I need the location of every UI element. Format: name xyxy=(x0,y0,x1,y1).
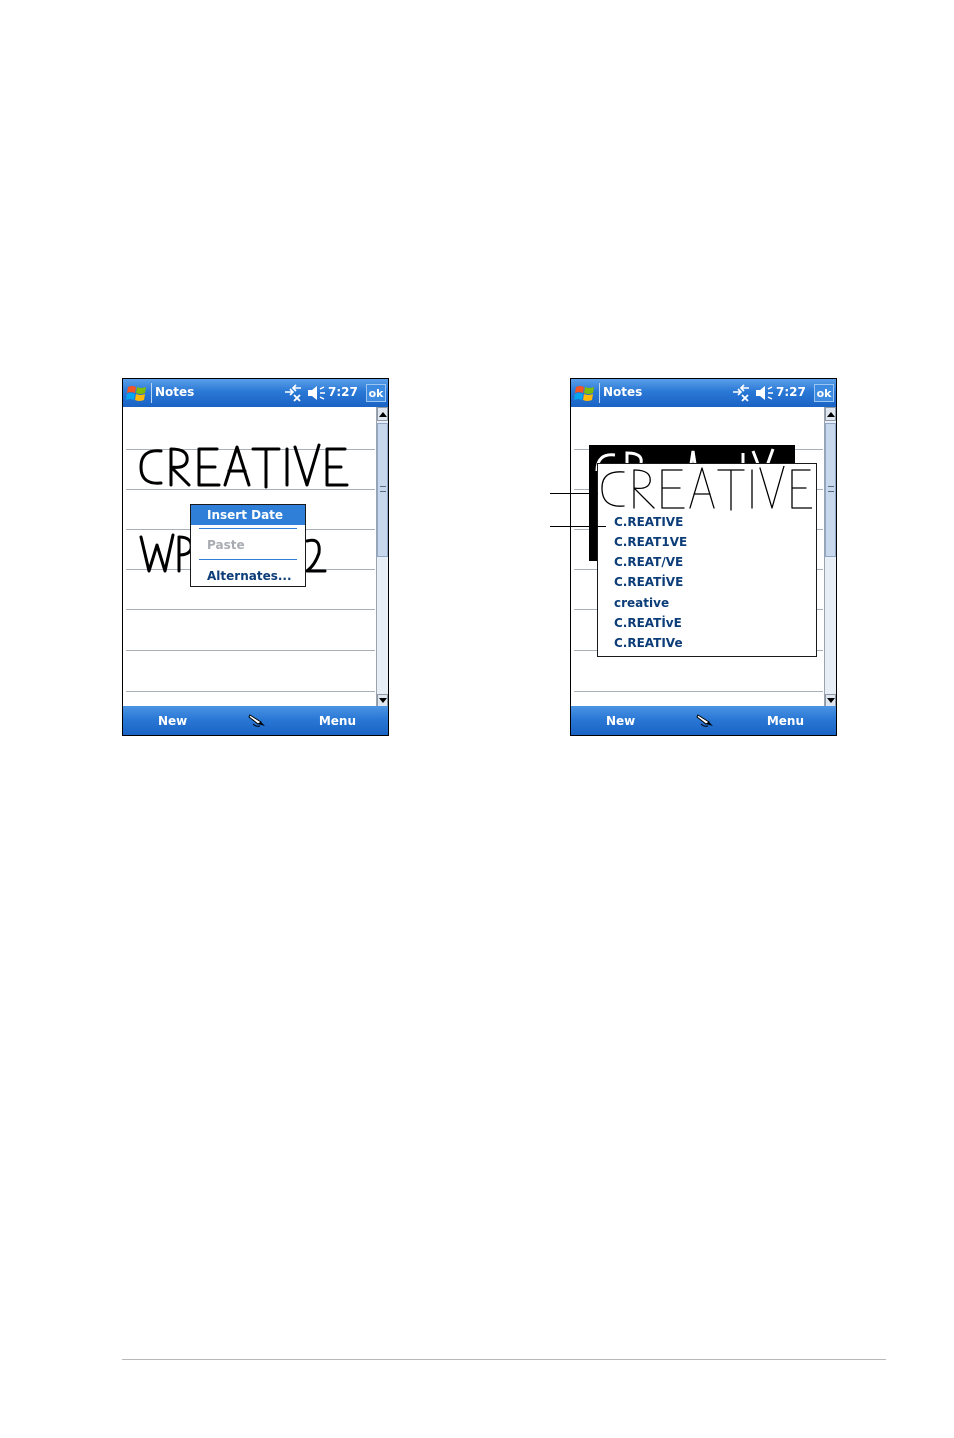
scroll-grip xyxy=(380,486,386,492)
ok-button[interactable]: ok xyxy=(814,384,834,402)
callout-line-handwriting xyxy=(550,493,598,494)
callout-line-alternates xyxy=(550,526,606,527)
alternate-item[interactable]: C.REATİVE xyxy=(614,575,683,589)
app-title: Notes xyxy=(603,385,643,399)
note-canvas[interactable]: C.REATIVE C.REAT1VE C.REAT/VE C.REATİVE … xyxy=(571,407,826,708)
title-bar: Notes 7:27 ok xyxy=(571,379,836,407)
scroll-up-button[interactable] xyxy=(377,407,388,421)
menu-item-alternates[interactable]: Alternates... xyxy=(191,566,305,586)
menu-button[interactable]: Menu xyxy=(319,714,356,728)
scroll-down-icon xyxy=(379,698,387,703)
speaker-muted-icon[interactable] xyxy=(754,384,774,402)
pen-input-icon[interactable] xyxy=(695,712,717,728)
scroll-grip xyxy=(828,486,834,492)
ruled-line xyxy=(126,609,375,610)
menu-bar: New Menu xyxy=(571,706,836,735)
scroll-thumb[interactable] xyxy=(825,423,836,557)
connectivity-icon[interactable] xyxy=(283,384,303,402)
context-menu: Insert Date Paste Alternates... xyxy=(190,504,306,587)
clock[interactable]: 7:27 xyxy=(328,385,358,399)
speaker-muted-icon[interactable] xyxy=(306,384,326,402)
alternate-item[interactable]: C.REATİvE xyxy=(614,616,682,630)
title-separator xyxy=(151,383,152,403)
windows-start-icon[interactable] xyxy=(574,383,596,403)
clock[interactable]: 7:27 xyxy=(776,385,806,399)
windows-start-icon[interactable] xyxy=(126,383,148,403)
alternate-item[interactable]: C.REATIVE xyxy=(614,515,683,529)
app-title: Notes xyxy=(155,385,195,399)
menu-item-insert-date[interactable]: Insert Date xyxy=(191,505,305,525)
notes-screen-context-menu: Notes 7:27 ok Insert Date Paste Alternat… xyxy=(122,378,389,736)
menu-bar: New Menu xyxy=(123,706,388,735)
new-button[interactable]: New xyxy=(606,714,635,728)
vertical-scrollbar[interactable] xyxy=(376,407,388,708)
alternate-item[interactable]: creative xyxy=(614,596,669,610)
scroll-up-button[interactable] xyxy=(825,407,836,421)
alternate-item[interactable]: C.REATIVe xyxy=(614,636,683,650)
ok-button[interactable]: ok xyxy=(366,384,386,402)
scroll-up-icon xyxy=(827,412,835,417)
alternate-item[interactable]: C.REAT1VE xyxy=(614,535,687,549)
scroll-thumb[interactable] xyxy=(377,423,388,557)
menu-item-paste: Paste xyxy=(207,538,245,552)
handwriting-preview xyxy=(601,466,812,511)
alternate-item[interactable]: C.REAT/VE xyxy=(614,555,683,569)
ruled-line xyxy=(574,691,823,692)
scroll-up-icon xyxy=(379,412,387,417)
alternates-popup: C.REATIVE C.REAT1VE C.REAT/VE C.REATİVE … xyxy=(597,463,817,657)
footer-rule xyxy=(122,1359,886,1360)
new-button[interactable]: New xyxy=(158,714,187,728)
title-separator xyxy=(599,383,600,403)
notes-screen-alternates: Notes 7:27 ok C.REATIVE C.REAT1VE C.REAT… xyxy=(570,378,837,736)
vertical-scrollbar[interactable] xyxy=(824,407,836,708)
pen-input-icon[interactable] xyxy=(247,712,269,728)
title-bar: Notes 7:27 ok xyxy=(123,379,388,407)
note-canvas[interactable]: Insert Date Paste Alternates... xyxy=(123,407,378,708)
ruled-line xyxy=(126,650,375,651)
menu-button[interactable]: Menu xyxy=(767,714,804,728)
connectivity-icon[interactable] xyxy=(731,384,751,402)
menu-separator xyxy=(199,528,297,529)
scroll-down-icon xyxy=(827,698,835,703)
ruled-line xyxy=(126,691,375,692)
menu-separator xyxy=(199,559,297,560)
handwriting-creative[interactable] xyxy=(137,443,349,493)
